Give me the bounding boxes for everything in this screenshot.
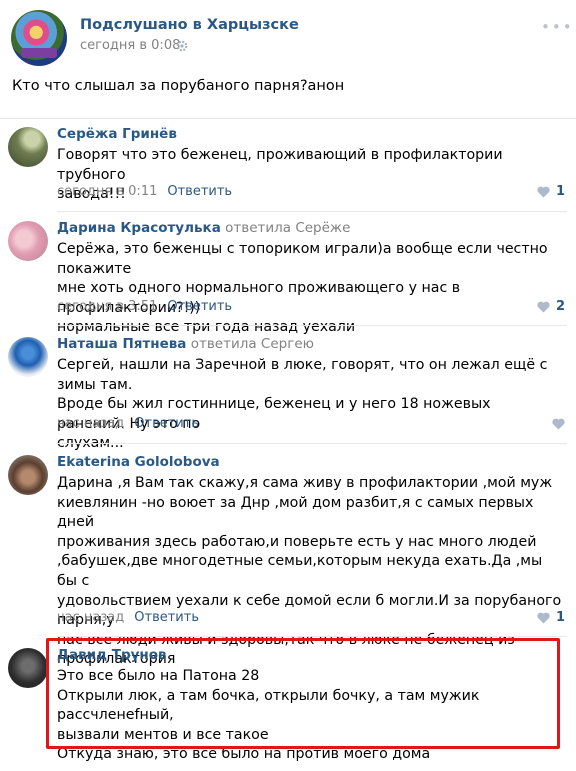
reply-button[interactable]: Ответить: [134, 610, 199, 625]
comment-text: Сергей, нашли на Заречной в люке, говоря…: [57, 357, 548, 452]
comment-time[interactable]: час назад: [57, 416, 124, 431]
avatar[interactable]: [8, 455, 48, 495]
gear-icon[interactable]: [176, 40, 188, 52]
reply-to-label[interactable]: ответила Серёже: [225, 220, 350, 236]
divider: [57, 211, 567, 212]
comment-meta: сегодня в 0:11 Ответить: [57, 184, 232, 199]
more-options-icon[interactable]: •••: [541, 20, 572, 35]
divider: [0, 118, 576, 119]
group-avatar[interactable]: [11, 10, 67, 66]
reply-button[interactable]: Ответить: [167, 184, 232, 199]
comment-meta: сегодня в 3:51 Ответить: [57, 299, 232, 314]
comment-meta: час назад Ответить: [57, 416, 199, 431]
comment-author[interactable]: Ekaterina Gololobova: [57, 454, 220, 470]
heart-icon: [537, 612, 550, 623]
reply-button[interactable]: Ответить: [167, 299, 232, 314]
like-button[interactable]: 2: [537, 299, 565, 314]
avatar[interactable]: [8, 648, 48, 688]
comment-time[interactable]: час назад: [57, 610, 124, 625]
comment-time[interactable]: сегодня в 3:51: [57, 299, 157, 314]
post-time[interactable]: сегодня в 0:08: [80, 38, 180, 53]
comment-author[interactable]: Серёжа Гринёв: [57, 126, 177, 142]
like-count: 2: [555, 299, 565, 314]
post-text: Кто что слышал за порубаного парня?анон: [12, 78, 345, 94]
heart-icon: [537, 186, 550, 197]
comment: Дарина Красотулька ответила Серёже Серёж…: [0, 216, 576, 335]
reply-button[interactable]: Ответить: [134, 416, 199, 431]
comment: Наташа Пятнева ответила Сергею Сергей, н…: [0, 332, 576, 451]
comment-author[interactable]: Дарина Красотулька: [57, 220, 221, 236]
heart-icon: [552, 418, 565, 430]
comment: Ekaterina Gololobova Дарина ,я Вам так с…: [0, 450, 576, 667]
divider: [57, 443, 567, 444]
highlight-frame: [46, 638, 560, 749]
like-count: 1: [555, 184, 565, 199]
post-header: Подслушано в Харцызске сегодня в 0:08 ••…: [0, 0, 576, 70]
like-button[interactable]: 1: [537, 610, 565, 625]
avatar[interactable]: [8, 337, 48, 377]
like-button[interactable]: 1: [537, 184, 565, 199]
comment-text: Серёжа, это беженцы с топориком играли)а…: [57, 241, 548, 336]
avatar[interactable]: [8, 127, 48, 167]
comment-time[interactable]: сегодня в 0:11: [57, 184, 157, 199]
comment-author[interactable]: Наташа Пятнева: [57, 336, 186, 352]
avatar[interactable]: [8, 221, 48, 261]
comment: Серёжа Гринёв Говорят что это беженец, п…: [0, 122, 576, 208]
group-name[interactable]: Подслушано в Харцызске: [80, 17, 299, 33]
reply-to-label[interactable]: ответила Сергею: [191, 336, 314, 352]
like-button[interactable]: [552, 418, 565, 430]
divider: [57, 325, 567, 326]
comment-meta: час назад Ответить: [57, 610, 199, 625]
like-count: 1: [555, 610, 565, 625]
heart-icon: [537, 301, 550, 312]
divider: [57, 636, 567, 637]
